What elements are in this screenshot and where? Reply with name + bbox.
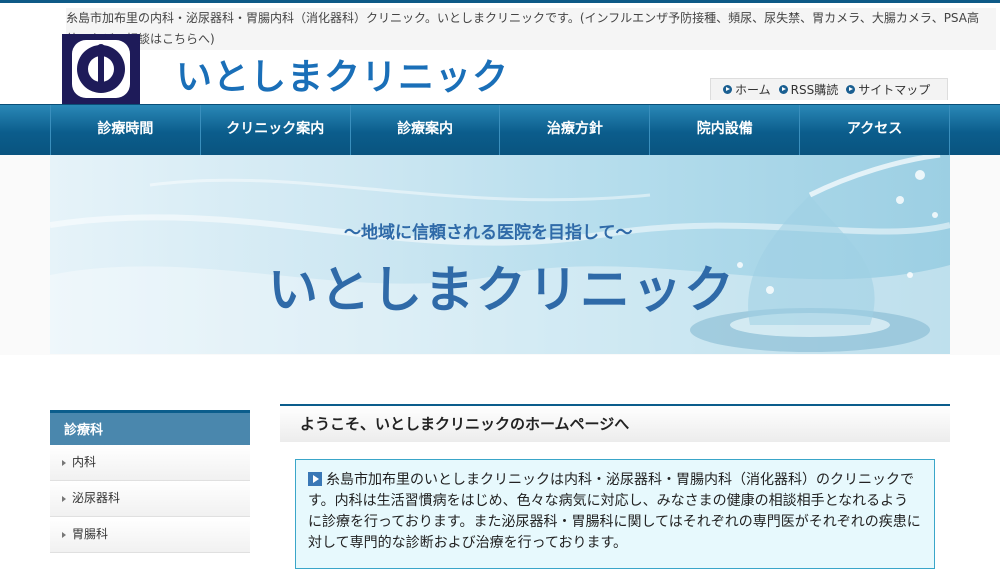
nav-item-clinic-info[interactable]: クリニック案内: [201, 105, 351, 155]
nav-item-facilities[interactable]: 院内設備: [650, 105, 801, 155]
intro-box: 糸島市加布里のいとしまクリニックは内科・泌尿器科・胃腸内科（消化器科）のクリニッ…: [295, 459, 935, 569]
sidebar-item-gastro[interactable]: 胃腸科: [50, 517, 250, 553]
triangle-bullet-icon: [62, 459, 66, 466]
util-link-label: RSS購読: [790, 82, 839, 97]
triangle-bullet-icon: [62, 531, 66, 538]
sidebar-list: 内科 泌尿器科 胃腸科: [50, 445, 250, 553]
hero-title: いとしまクリニック: [268, 261, 736, 319]
nav-item-access[interactable]: アクセス: [800, 105, 950, 155]
top-accent-line: [0, 0, 1000, 3]
util-link-label: サイトマップ: [858, 82, 931, 97]
sidebar-item-internal-medicine[interactable]: 内科: [50, 445, 250, 481]
util-link-sitemap[interactable]: サイトマップ: [846, 79, 930, 100]
sidebar-item-label: 胃腸科: [72, 527, 109, 541]
sidebar-item-label: 泌尿器科: [72, 491, 121, 505]
arrow-box-icon: [308, 472, 322, 486]
util-link-label: ホーム: [735, 82, 771, 97]
nav-item-policy[interactable]: 治療方針: [500, 105, 651, 155]
site-tagline: 糸島市加布里の内科・泌尿器科・胃腸内科（消化器科）クリニック。いとしまクリニック…: [66, 8, 996, 50]
triangle-bullet-icon: [62, 495, 66, 502]
util-link-rss[interactable]: RSS購読: [778, 79, 839, 100]
global-nav: 診療時間 クリニック案内 診療案内 治療方針 院内設備 アクセス: [0, 104, 1000, 156]
nav-item-services[interactable]: 診療案内: [351, 105, 501, 155]
arrow-circle-icon: [846, 85, 856, 94]
util-link-home[interactable]: ホーム: [723, 79, 771, 100]
intro-text: 糸島市加布里のいとしまクリニックは内科・泌尿器科・胃腸内科（消化器科）のクリニッ…: [308, 472, 921, 551]
main-heading: ようこそ、いとしまクリニックのホームページへ: [280, 404, 950, 442]
sidebar-item-urology[interactable]: 泌尿器科: [50, 481, 250, 517]
arrow-circle-icon: [778, 85, 788, 94]
site-logo-text[interactable]: いとしまクリニック: [176, 48, 509, 100]
utility-nav: ホーム RSS購読 サイトマップ: [710, 78, 948, 100]
clinic-logo-icon[interactable]: [62, 34, 140, 104]
nav-item-hours[interactable]: 診療時間: [50, 105, 201, 155]
hero-banner: ～地域に信頼される医院を目指して～ いとしまクリニック: [50, 155, 950, 354]
arrow-circle-icon: [723, 85, 732, 94]
sidebar-heading: 診療科: [50, 410, 250, 445]
hero-subtitle: ～地域に信頼される医院を目指して～: [344, 223, 633, 243]
sidebar-item-label: 内科: [72, 455, 97, 469]
